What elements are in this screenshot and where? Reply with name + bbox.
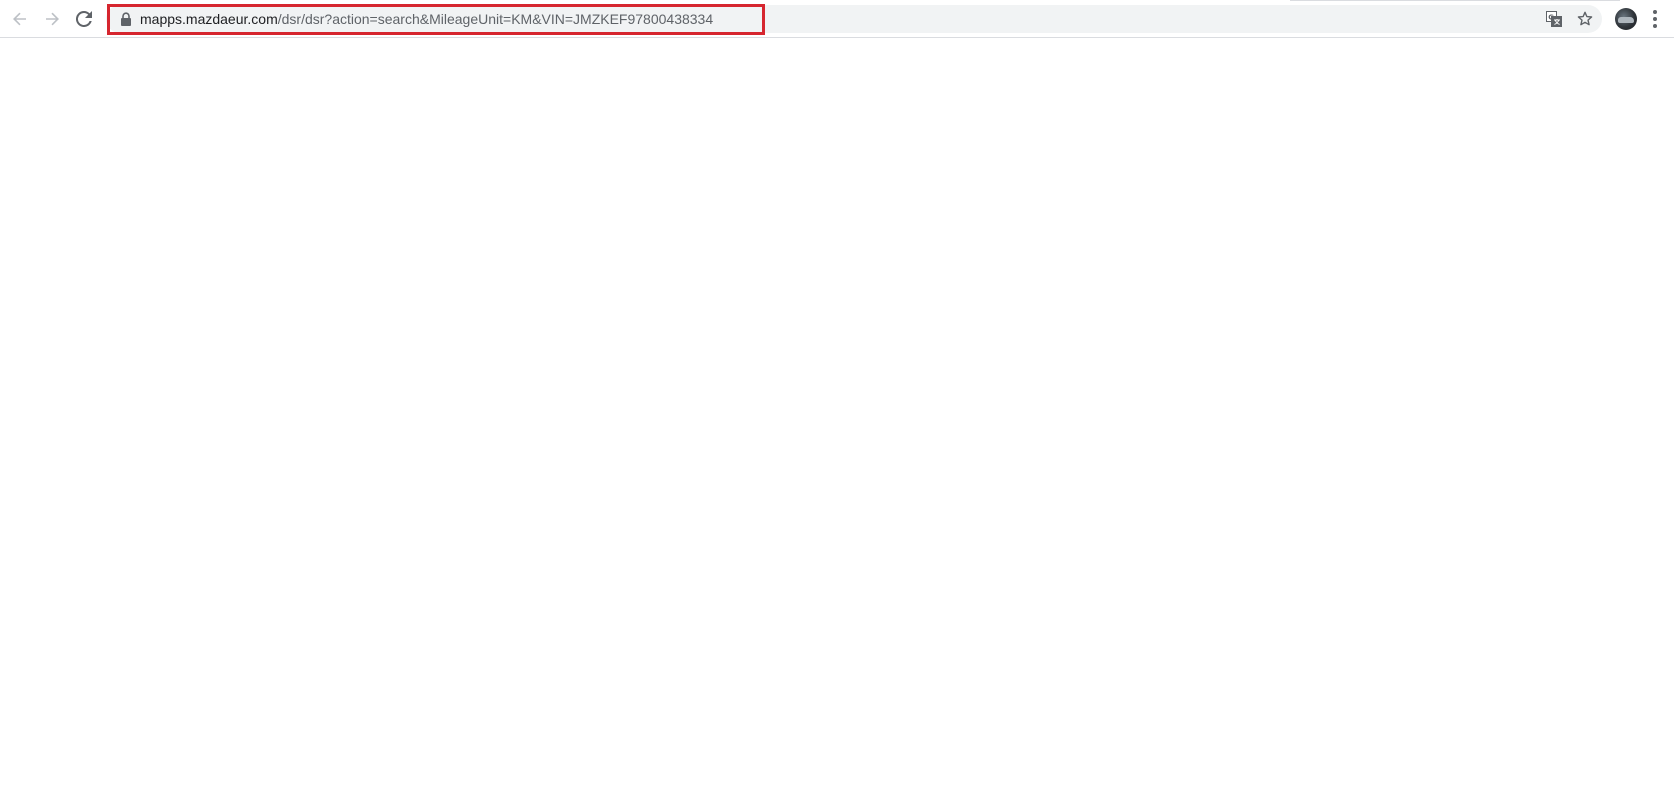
star-icon: [1577, 11, 1593, 26]
url-host: mapps.mazdaeur.com: [140, 11, 278, 27]
translate-icon: G: [1546, 11, 1562, 27]
forward-button[interactable]: [39, 6, 65, 32]
svg-text:G: G: [1548, 14, 1554, 22]
lock-icon[interactable]: [120, 12, 132, 26]
reload-button[interactable]: [71, 6, 97, 32]
browser-menu-button[interactable]: [1648, 9, 1662, 29]
reload-icon: [76, 11, 92, 27]
url-path: /dsr/dsr?action=search&MileageUnit=KM&VI…: [277, 11, 714, 27]
page-content: [0, 38, 1674, 808]
back-arrow-icon: [13, 12, 26, 26]
kebab-menu-icon: [1653, 10, 1657, 14]
url-text[interactable]: mapps.mazdaeur.com/dsr/dsr?action=search…: [140, 11, 713, 27]
tabstrip-edge: [1290, 0, 1620, 1]
forward-arrow-icon: [46, 12, 59, 26]
avatar-car-image: [1618, 17, 1634, 23]
avatar[interactable]: [1615, 8, 1637, 30]
back-button[interactable]: [7, 6, 33, 32]
browser-toolbar: mapps.mazdaeur.com/dsr/dsr?action=search…: [0, 0, 1674, 38]
bookmark-button[interactable]: [1575, 9, 1595, 29]
translate-button[interactable]: G: [1544, 9, 1564, 29]
